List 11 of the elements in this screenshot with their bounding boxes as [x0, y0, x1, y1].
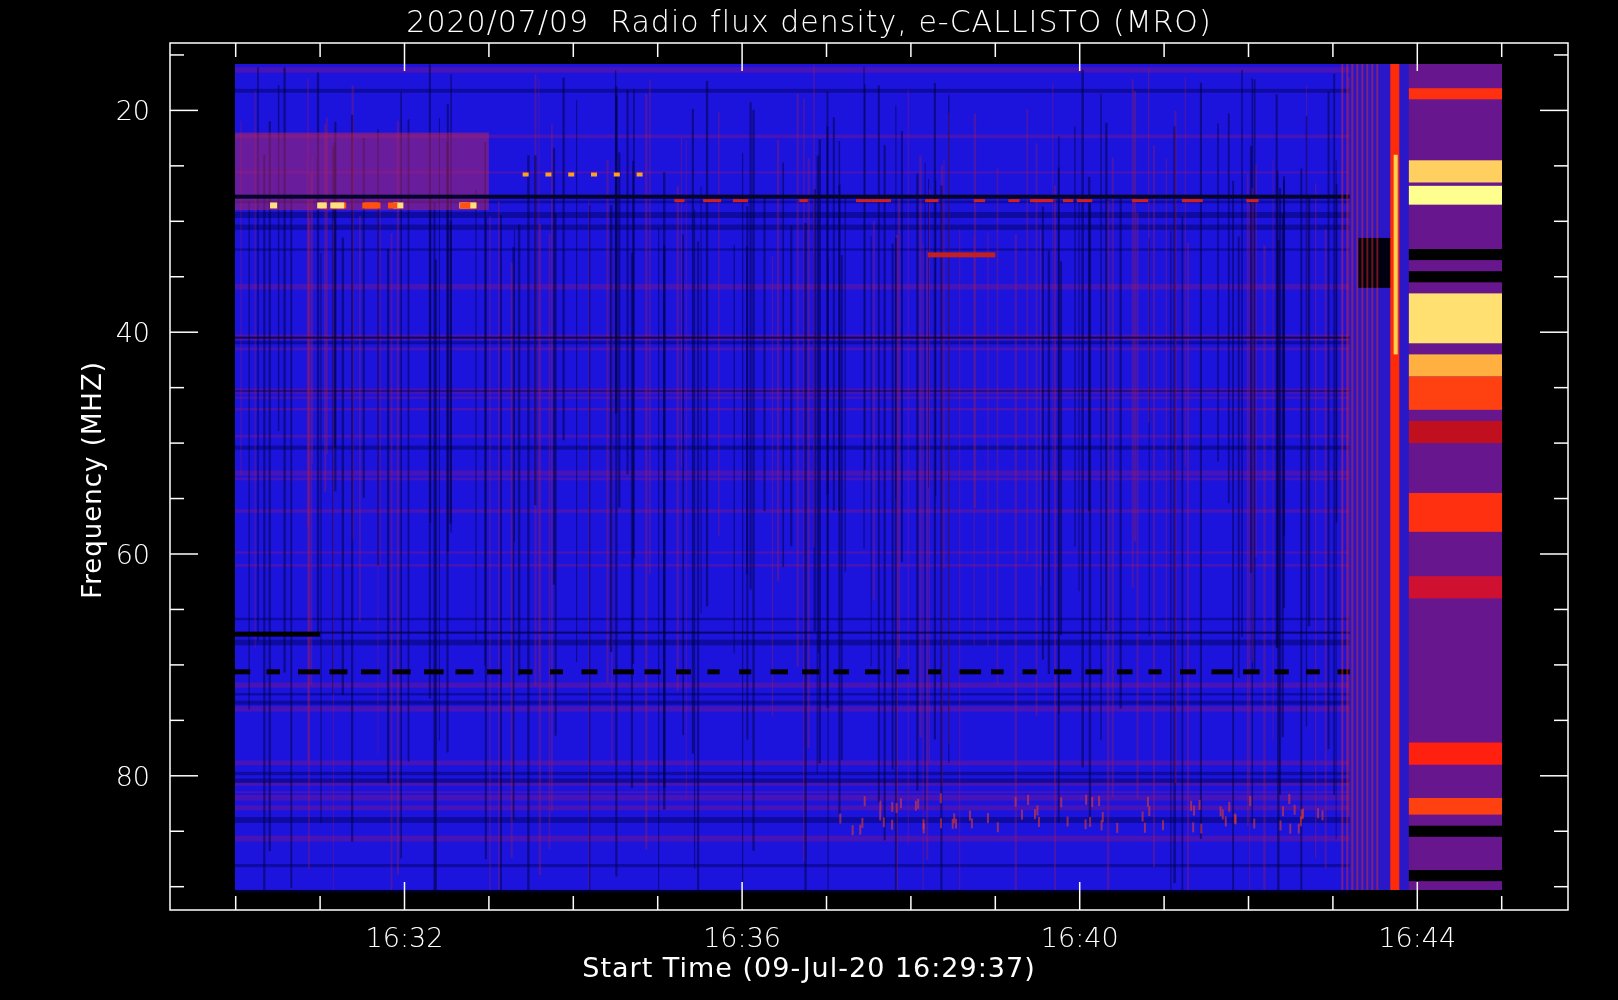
y-tick-label: 20 [115, 95, 150, 127]
x-tick-label: 16:36 [703, 922, 781, 953]
x-axis-label: Start Time (09-Jul-20 16:29:37) [582, 952, 1036, 985]
y-axis-label: Frequency (MHZ) [77, 361, 107, 599]
y-tick-label: 60 [115, 539, 150, 570]
plot-title: 2020/07/09 Radio flux density, e-CALLISTO (MRO) [406, 2, 1212, 41]
x-tick-label: 16:32 [365, 922, 444, 953]
x-tick-label: 16:44 [1378, 922, 1457, 953]
y-tick-label: 80 [115, 760, 150, 792]
y-tick-label: 40 [115, 317, 150, 349]
x-tick-label: 16:40 [1040, 922, 1119, 953]
